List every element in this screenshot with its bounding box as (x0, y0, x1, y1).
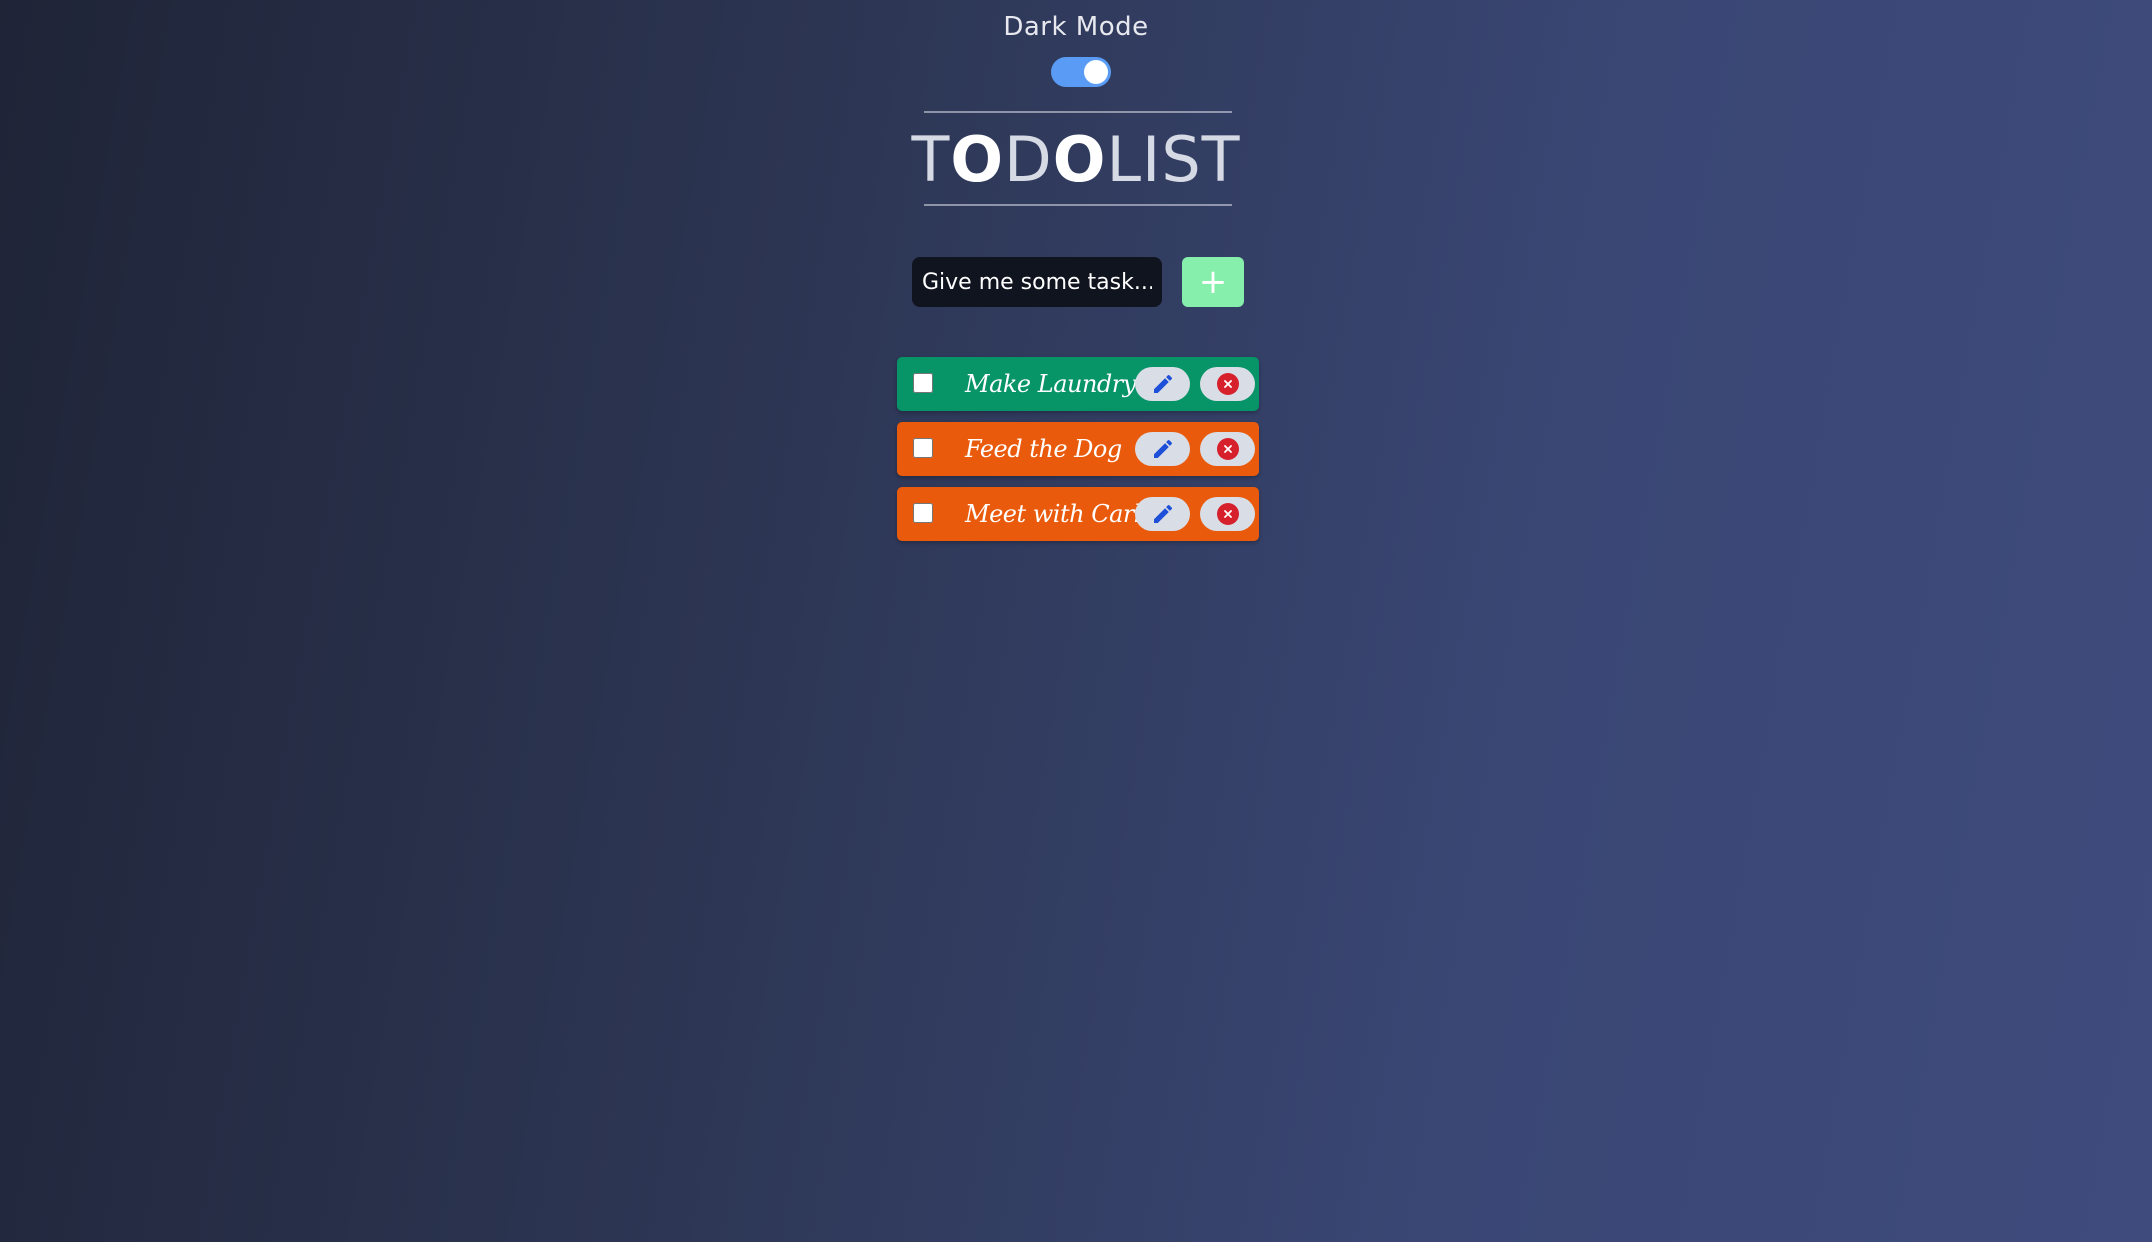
delete-button[interactable] (1200, 497, 1255, 531)
todo-item: Make Laundry (897, 357, 1259, 411)
edit-button[interactable] (1135, 497, 1190, 531)
title-letter: D (1004, 123, 1053, 196)
close-circle-icon (1216, 503, 1239, 525)
delete-button[interactable] (1200, 432, 1255, 466)
todo-checkbox[interactable] (913, 503, 933, 523)
pencil-icon (1153, 374, 1172, 393)
title-letter: LIST (1106, 123, 1241, 196)
todo-checkbox[interactable] (913, 438, 933, 458)
todo-list: Make Laundry Feed the Dog Meet with Carl (897, 357, 1259, 552)
title-letter: O (950, 123, 1005, 196)
pencil-icon (1153, 439, 1172, 458)
close-circle-icon (1216, 373, 1239, 395)
todo-text: Meet with Carl (965, 500, 1142, 528)
close-circle-icon (1216, 438, 1239, 460)
add-task-button[interactable]: + (1182, 257, 1244, 307)
title-divider-top (924, 111, 1232, 113)
edit-button[interactable] (1135, 432, 1190, 466)
todo-item: Meet with Carl (897, 487, 1259, 541)
toggle-knob (1084, 60, 1108, 84)
dark-mode-label: Dark Mode (1003, 12, 1149, 42)
todo-text: Feed the Dog (965, 435, 1122, 463)
title-letter: T (911, 123, 951, 196)
pencil-icon (1153, 504, 1172, 523)
delete-button[interactable] (1200, 367, 1255, 401)
title-letter: O (1052, 123, 1107, 196)
todo-checkbox[interactable] (913, 373, 933, 393)
task-input[interactable] (912, 257, 1162, 307)
page-title: TODOLIST (0, 122, 2152, 198)
title-divider-bottom (924, 204, 1232, 206)
todo-item: Feed the Dog (897, 422, 1259, 476)
todo-text: Make Laundry (965, 370, 1136, 398)
edit-button[interactable] (1135, 367, 1190, 401)
dark-mode-toggle[interactable] (1051, 57, 1111, 87)
